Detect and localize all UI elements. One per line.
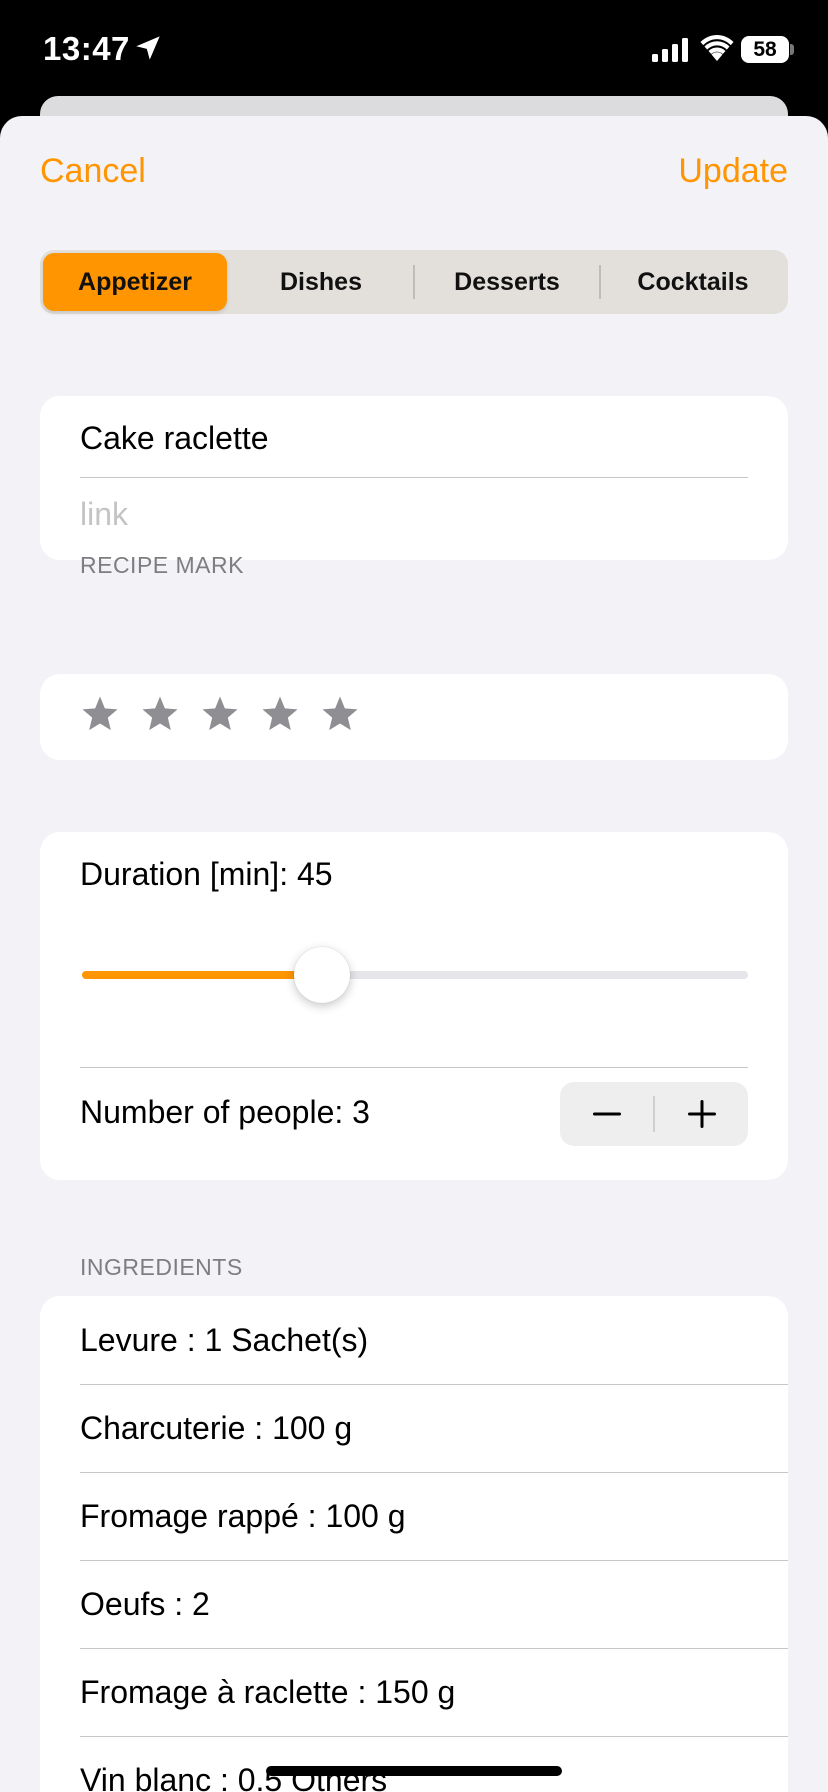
duration-card: Duration [min]: 45 Number of people: 3: [40, 832, 788, 1180]
people-count-label: Number of people: 3: [80, 1094, 370, 1130]
cellular-signal-icon: [652, 38, 688, 62]
recipe-info-card: Cake raclette: [40, 396, 788, 560]
rating-card: [40, 674, 788, 760]
star-icon[interactable]: [140, 694, 180, 734]
update-button[interactable]: Update: [678, 152, 788, 191]
star-icon[interactable]: [320, 694, 360, 734]
wifi-icon: [700, 35, 734, 61]
home-indicator: [266, 1766, 562, 1776]
minus-icon: [592, 1112, 621, 1116]
slider-fill: [82, 971, 322, 979]
category-segmented-control: Appetizer Dishes Desserts Cocktails: [40, 250, 788, 314]
recipe-mark-label: RECIPE MARK: [80, 552, 244, 578]
duration-slider[interactable]: [80, 944, 748, 1004]
section-divider: [80, 1067, 748, 1068]
decrement-button[interactable]: [560, 1082, 653, 1146]
status-time: 13:47: [43, 30, 130, 67]
plus-icon: [687, 1100, 716, 1128]
recipe-title-field[interactable]: Cake raclette: [80, 420, 269, 457]
people-stepper: [560, 1082, 748, 1146]
edit-recipe-sheet: Cancel Update Appetizer Dishes Desserts …: [0, 116, 828, 1792]
ingredients-label: INGREDIENTS: [80, 1254, 243, 1280]
duration-label: Duration [min]: 45: [80, 856, 333, 892]
increment-button[interactable]: [655, 1082, 748, 1146]
star-icon[interactable]: [260, 694, 300, 734]
star-icon[interactable]: [80, 694, 120, 734]
ingredient-item[interactable]: Fromage à raclette : 150 g: [80, 1648, 788, 1736]
segment-appetizer[interactable]: Appetizer: [43, 253, 227, 311]
location-arrow-icon: [136, 36, 160, 60]
battery-level: 58: [741, 36, 789, 63]
ingredient-item[interactable]: Levure : 1 Sachet(s): [80, 1296, 788, 1384]
star-rating: [80, 694, 360, 734]
ingredient-item[interactable]: Fromage rappé : 100 g: [80, 1472, 788, 1560]
link-input[interactable]: [80, 496, 740, 533]
ingredient-item[interactable]: Oeufs : 2: [80, 1560, 788, 1648]
segment-dishes[interactable]: Dishes: [229, 253, 413, 311]
battery-cap: [790, 44, 794, 55]
segment-cocktails[interactable]: Cocktails: [601, 253, 785, 311]
ingredient-item[interactable]: Vin blanc : 0.5 Others: [80, 1736, 788, 1792]
star-icon[interactable]: [200, 694, 240, 734]
ingredient-item[interactable]: Charcuterie : 100 g: [80, 1384, 788, 1472]
cancel-button[interactable]: Cancel: [40, 152, 146, 191]
slider-thumb[interactable]: [293, 947, 350, 1003]
ingredients-list: Levure : 1 Sachet(s) Charcuterie : 100 g…: [40, 1296, 788, 1792]
status-bar: 13:47 58: [0, 0, 828, 100]
segment-desserts[interactable]: Desserts: [415, 253, 599, 311]
field-divider: [80, 477, 748, 478]
